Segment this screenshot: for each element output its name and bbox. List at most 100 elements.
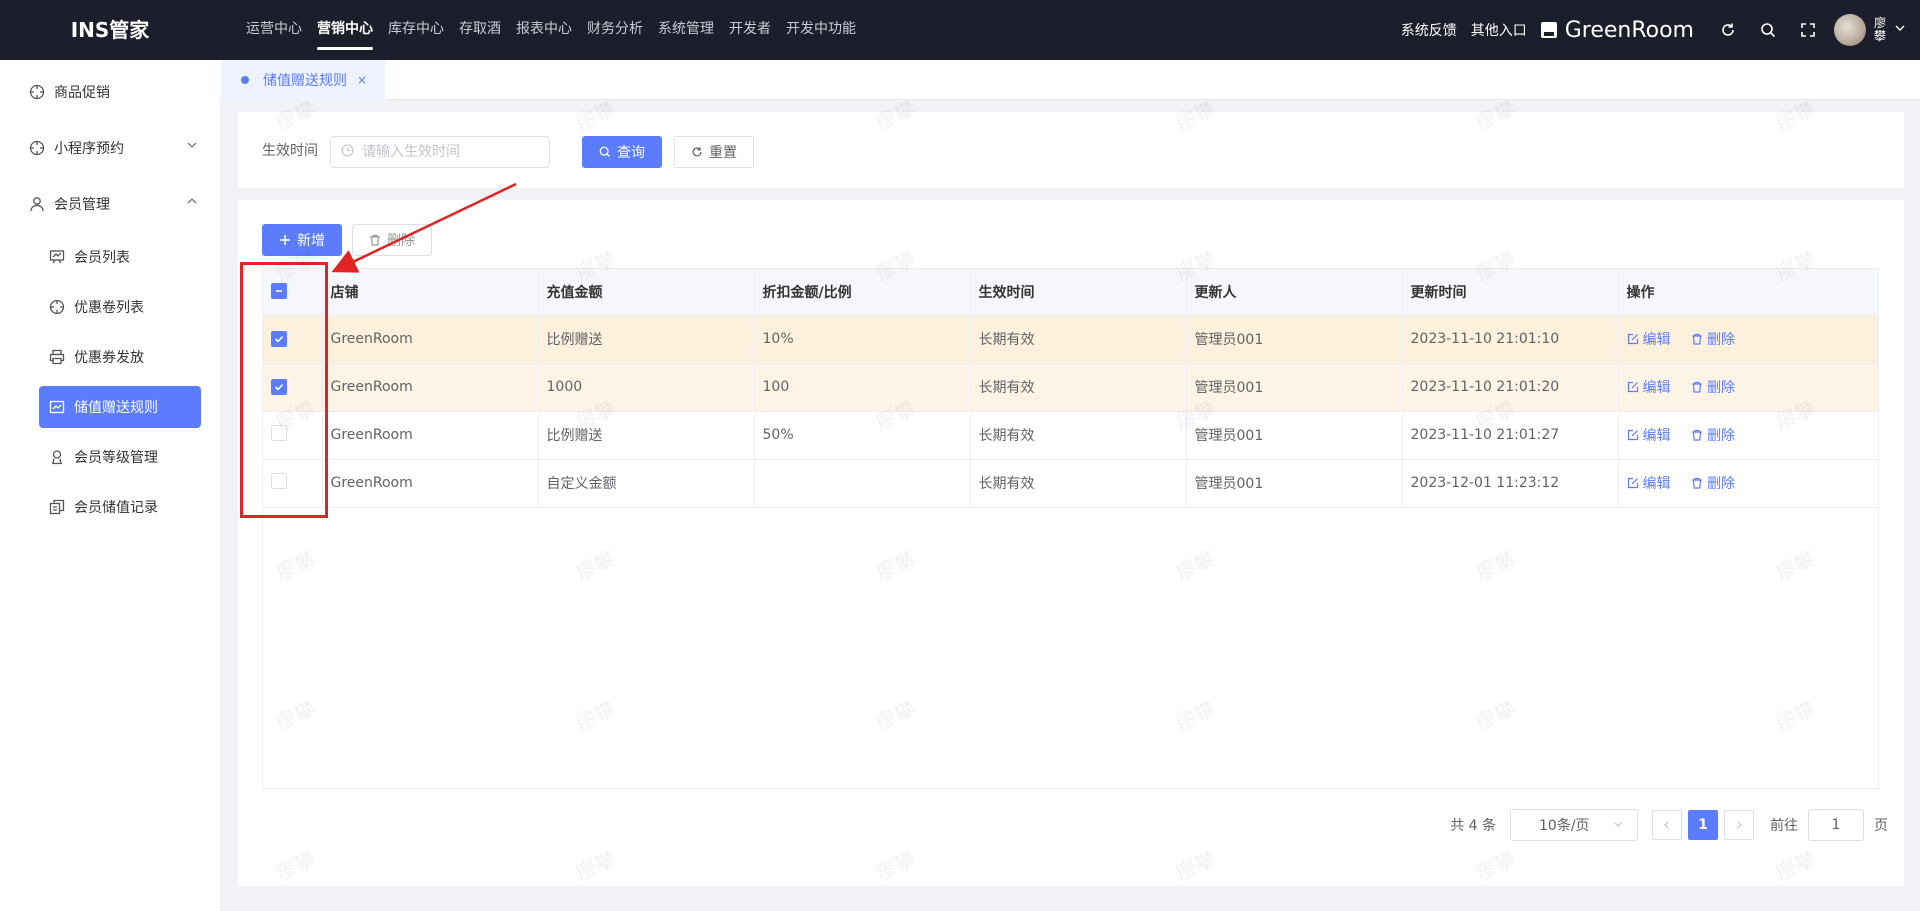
chart-icon [48,398,66,416]
sidebar-item-member-level[interactable]: 会员等级管理 [0,432,220,482]
delete-button[interactable]: 删除 [1691,329,1735,349]
printer-icon [48,348,66,366]
edit-button[interactable]: 编辑 [1627,377,1671,397]
top-bar: INS管家 运营中心 营销中心 库存中心 存取酒 报表中心 财务分析 系统管理 … [0,0,1920,60]
cell-store: GreenRoom [322,459,539,508]
sidebar-item-product-promo[interactable]: 商品促销 [0,64,220,120]
sidebar-item-recharge-gift-rules[interactable]: 储值赠送规则 [0,382,220,432]
table-row[interactable]: GreenRoom 比例赠送 50% 长期有效 管理员001 2023-11-1… [263,411,1879,460]
search-icon [599,146,611,158]
clock-icon [341,144,354,161]
user-icon [28,195,46,213]
delete-label: 删除 [1706,476,1735,492]
sidebar-item-member-recharge-records[interactable]: 会员储值记录 [0,482,220,532]
delete-label: 删除 [1706,380,1735,396]
nav-item-ops[interactable]: 运营中心 [246,0,302,60]
cell-discount: 10% [754,315,971,364]
query-button[interactable]: 查询 [582,136,662,168]
table-row[interactable]: GreenRoom 比例赠送 10% 长期有效 管理员001 2023-11-1… [263,315,1879,364]
effective-time-label: 生效时间 [262,143,318,159]
board-icon [48,248,66,266]
reset-button[interactable]: 重置 [674,136,754,168]
table-row[interactable]: GreenRoom 1000 100 长期有效 管理员001 2023-11-1… [263,363,1879,412]
nav-item-finance[interactable]: 财务分析 [587,0,643,60]
data-table: 店铺 充值金额 折扣金额/比例 生效时间 更新人 更新时间 操作 GreenRo… [262,268,1879,789]
next-page-button[interactable] [1724,810,1754,840]
delete-button[interactable]: 删除 [1691,377,1735,397]
cell-store: GreenRoom [322,315,539,364]
column-header-discount: 折扣金额/比例 [754,269,971,316]
edit-button[interactable]: 编辑 [1627,425,1671,445]
delete-button[interactable]: 删除 [1691,425,1735,445]
delete-button[interactable]: 删除 [1691,473,1735,493]
nav-item-inventory[interactable]: 库存中心 [388,0,444,60]
feedback-link[interactable]: 系统反馈 [1401,20,1457,40]
sidebar-item-coupon-issue[interactable]: 优惠券发放 [0,332,220,382]
chevron-down-icon [1613,817,1623,833]
edit-label: 编辑 [1642,332,1671,348]
sidebar-item-label: 会员储值记录 [74,500,158,516]
delete-label: 删除 [1706,332,1735,348]
sidebar-item-label: 优惠卷列表 [74,300,144,316]
column-header-actions: 操作 [1618,269,1879,316]
chevron-down-icon[interactable] [1894,22,1906,38]
other-entry-link[interactable]: 其他入口 [1471,20,1527,40]
tab-recharge-gift-rules[interactable]: 储值赠送规则 × [221,60,385,100]
sidebar-item-label: 小程序预约 [54,141,124,157]
nav-item-reports[interactable]: 报表中心 [516,0,572,60]
column-header-amount: 充值金额 [538,269,755,316]
user-name[interactable]: 廖攀 [1874,17,1888,43]
edit-icon [1627,429,1638,441]
app-logo[interactable]: INS管家 [0,0,220,60]
close-icon[interactable]: × [357,73,367,87]
page-suffix: 页 [1874,818,1888,834]
nav-item-developer[interactable]: 开发者 [729,0,771,60]
cell-updater: 管理员001 [1186,411,1403,460]
fullscreen-icon[interactable] [1788,10,1828,50]
user-badge-icon [48,448,66,466]
nav-item-marketing[interactable]: 营销中心 [317,0,373,60]
table-header-row: 店铺 充值金额 折扣金额/比例 生效时间 更新人 更新时间 操作 [263,269,1879,316]
user-avatar[interactable] [1834,14,1866,46]
trash-icon [369,234,381,246]
cell-store: GreenRoom [322,363,539,412]
batch-delete-button[interactable]: 删除 [352,224,432,256]
page-size-select[interactable]: 10条/页 [1510,809,1638,841]
page-number-button[interactable]: 1 [1688,810,1718,840]
cell-amount: 比例赠送 [538,315,755,364]
cell-actions: 编辑 删除 [1618,459,1879,508]
cell-updater: 管理员001 [1186,315,1403,364]
sidebar-item-miniapp-booking[interactable]: 小程序预约 [0,120,220,176]
cell-actions: 编辑 删除 [1618,411,1879,460]
effective-time-field[interactable] [330,136,550,168]
search-icon[interactable] [1748,10,1788,50]
goto-page-input[interactable] [1808,809,1864,841]
cell-effective: 长期有效 [970,411,1187,460]
refresh-icon[interactable] [1708,10,1748,50]
nav-item-system[interactable]: 系统管理 [658,0,714,60]
trash-icon [1691,477,1702,489]
edit-button[interactable]: 编辑 [1627,329,1671,349]
column-header-effective: 生效时间 [970,269,1187,316]
column-header-updater: 更新人 [1186,269,1403,316]
store-switcher[interactable]: GreenRoom [1540,17,1694,43]
nav-item-dev-features[interactable]: 开发中功能 [786,0,856,60]
table-row[interactable]: GreenRoom 自定义金额 长期有效 管理员001 2023-12-01 1… [263,459,1879,508]
sidebar-item-member-mgmt[interactable]: 会员管理 [0,176,220,232]
store-name: GreenRoom [1564,17,1694,43]
column-header-updated: 更新时间 [1402,269,1619,316]
total-count: 共 4 条 [1450,818,1496,834]
reset-button-label: 重置 [709,145,737,161]
cell-amount: 比例赠送 [538,411,755,460]
sidebar-item-coupon-list[interactable]: 优惠卷列表 [0,282,220,332]
sidebar-item-label: 商品促销 [54,85,110,101]
edit-button[interactable]: 编辑 [1627,473,1671,493]
cell-amount: 自定义金额 [538,459,755,508]
sidebar-item-member-list[interactable]: 会员列表 [0,232,220,282]
annotation-highlight-box [240,262,328,518]
cell-discount: 100 [754,363,971,412]
add-button[interactable]: 新增 [262,224,342,256]
nav-item-wine[interactable]: 存取酒 [459,0,501,60]
prev-page-button[interactable] [1652,810,1682,840]
effective-time-input[interactable] [362,144,542,160]
